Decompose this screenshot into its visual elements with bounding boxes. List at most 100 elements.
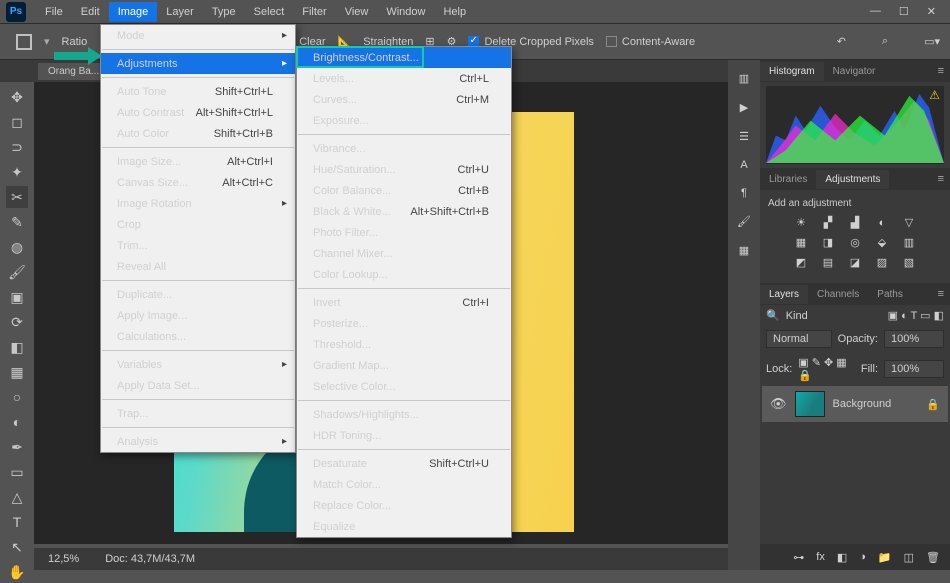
workspace-icon[interactable]: ▭▾	[924, 35, 940, 48]
menuitem-brightness-contrast[interactable]: Brightness/Contrast...	[297, 47, 511, 68]
history-brush-tool[interactable]: ⟳	[6, 311, 28, 333]
menu-layer[interactable]: Layer	[157, 2, 203, 22]
menuitem-replace-color[interactable]: Replace Color...	[297, 495, 511, 516]
menuitem-vibrance[interactable]: Vibrance...	[297, 138, 511, 159]
selective-adj-icon[interactable]: ▨	[875, 255, 890, 270]
lookup-adj-icon[interactable]: ▥	[902, 235, 917, 250]
character-panel-icon[interactable]: A	[740, 159, 747, 171]
heal-tool[interactable]: ◍	[6, 236, 28, 258]
panel-menu-icon[interactable]: ≡	[938, 288, 950, 300]
menuitem-levels[interactable]: Levels...Ctrl+L	[297, 68, 511, 89]
menuitem-apply-dataset[interactable]: Apply Data Set...	[101, 375, 295, 396]
search-icon[interactable]: ⌕	[882, 35, 888, 48]
dodge-tool[interactable]: ◐	[6, 411, 28, 433]
crop-tool-icon[interactable]	[16, 34, 32, 50]
menu-filter[interactable]: Filter	[293, 2, 335, 22]
window-minimize-icon[interactable]: —	[870, 5, 881, 18]
adjustment-layer-icon[interactable]: ◑	[859, 551, 866, 563]
menuitem-desaturate[interactable]: DesaturateShift+Ctrl+U	[297, 453, 511, 474]
layer-lock-icon[interactable]: 🔒	[926, 398, 940, 411]
new-layer-icon[interactable]: ◫	[904, 551, 914, 564]
menu-edit[interactable]: Edit	[72, 2, 109, 22]
reset-icon[interactable]: ↶	[837, 35, 846, 48]
lasso-tool[interactable]: ⊃	[6, 136, 28, 158]
menuitem-channel-mixer[interactable]: Channel Mixer...	[297, 243, 511, 264]
wand-tool[interactable]: ✦	[6, 161, 28, 183]
properties-panel-icon[interactable]: ☰	[739, 130, 749, 143]
menuitem-mode[interactable]: Mode	[101, 25, 295, 46]
menu-view[interactable]: View	[336, 2, 378, 22]
history-panel-icon[interactable]: ▥	[739, 72, 749, 85]
adjustments-tab[interactable]: Adjustments	[816, 170, 889, 189]
invert-adj-icon[interactable]: ◩	[794, 255, 809, 270]
panel-menu-icon[interactable]: ≡	[938, 65, 950, 77]
menuitem-trim[interactable]: Trim...	[101, 235, 295, 256]
curves-adj-icon[interactable]: ▟	[848, 215, 863, 230]
libraries-tab[interactable]: Libraries	[760, 170, 816, 189]
triangle-tool[interactable]: △	[6, 486, 28, 508]
menuitem-color-lookup[interactable]: Color Lookup...	[297, 264, 511, 285]
photofilter-adj-icon[interactable]: ◎	[848, 235, 863, 250]
brightness-adj-icon[interactable]: ☀	[794, 215, 809, 230]
menuitem-image-size[interactable]: Image Size...Alt+Ctrl+I	[101, 151, 295, 172]
menuitem-selective-color[interactable]: Selective Color...	[297, 376, 511, 397]
menuitem-auto-contrast[interactable]: Auto ContrastAlt+Shift+Ctrl+L	[101, 102, 295, 123]
exposure-adj-icon[interactable]: ◐	[875, 215, 890, 230]
gradient-tool[interactable]: ▦	[6, 361, 28, 383]
gradient-adj-icon[interactable]: ▧	[902, 255, 917, 270]
menuitem-shadows-highlights[interactable]: Shadows/Highlights...	[297, 404, 511, 425]
fill-value[interactable]: 100%	[884, 360, 944, 378]
eyedropper-tool[interactable]: ✎	[6, 211, 28, 233]
menuitem-calculations[interactable]: Calculations...	[101, 326, 295, 347]
menuitem-analysis[interactable]: Analysis	[101, 431, 295, 452]
navigator-tab[interactable]: Navigator	[824, 62, 885, 81]
blend-mode-select[interactable]: Normal	[766, 330, 832, 348]
window-close-icon[interactable]: ✕	[927, 5, 936, 18]
stamp-tool[interactable]: ▣	[6, 286, 28, 308]
panel-menu-icon[interactable]: ≡	[938, 173, 950, 185]
vibrance-adj-icon[interactable]: ▽	[902, 215, 917, 230]
layers-tab[interactable]: Layers	[760, 285, 808, 304]
menuitem-match-color[interactable]: Match Color...	[297, 474, 511, 495]
menuitem-duplicate[interactable]: Duplicate...	[101, 284, 295, 305]
swatches-panel-icon[interactable]: ▦	[739, 244, 749, 257]
menuitem-equalize[interactable]: Equalize	[297, 516, 511, 537]
menuitem-color-balance[interactable]: Color Balance...Ctrl+B	[297, 180, 511, 201]
menu-image[interactable]: Image	[109, 2, 158, 22]
menuitem-invert[interactable]: InvertCtrl+I	[297, 292, 511, 313]
menuitem-hue-saturation[interactable]: Hue/Saturation...Ctrl+U	[297, 159, 511, 180]
paths-tab[interactable]: Paths	[868, 285, 912, 304]
brush-tool[interactable]: 🖌	[6, 261, 28, 283]
play-icon[interactable]: ▶	[740, 101, 748, 114]
content-aware-checkbox[interactable]: Content-Aware	[606, 36, 695, 48]
blur-tool[interactable]: ○	[6, 386, 28, 408]
brush-panel-icon[interactable]: 🖌	[737, 215, 751, 228]
menuitem-trap[interactable]: Trap...	[101, 403, 295, 424]
document-tab[interactable]: Orang Ba...	[38, 63, 109, 80]
menuitem-adjustments[interactable]: Adjustments	[101, 53, 295, 74]
menuitem-auto-color[interactable]: Auto ColorShift+Ctrl+B	[101, 123, 295, 144]
window-maximize-icon[interactable]: ☐	[899, 5, 909, 18]
marquee-tool[interactable]: ◻	[6, 111, 28, 133]
crop-tool[interactable]: ✂	[6, 186, 28, 208]
menuitem-gradient-map[interactable]: Gradient Map...	[297, 355, 511, 376]
layer-filter-kind[interactable]: Kind	[786, 310, 808, 322]
menuitem-reveal-all[interactable]: Reveal All	[101, 256, 295, 277]
menuitem-apply-image[interactable]: Apply Image...	[101, 305, 295, 326]
eraser-tool[interactable]: ◧	[6, 336, 28, 358]
hue-adj-icon[interactable]: ▦	[794, 235, 809, 250]
menuitem-image-rotation[interactable]: Image Rotation	[101, 193, 295, 214]
menu-file[interactable]: File	[36, 2, 72, 22]
link-layers-icon[interactable]: ⊶	[793, 551, 804, 564]
ratio-label[interactable]: Ratio	[62, 36, 88, 48]
layer-mask-icon[interactable]: ◧	[837, 551, 847, 564]
threshold-adj-icon[interactable]: ◪	[848, 255, 863, 270]
channels-tab[interactable]: Channels	[808, 285, 868, 304]
menu-type[interactable]: Type	[203, 2, 245, 22]
zoom-value[interactable]: 12,5%	[48, 553, 79, 565]
pen-tool[interactable]: ✒	[6, 436, 28, 458]
new-group-icon[interactable]: 📁	[878, 551, 892, 564]
opacity-value[interactable]: 100%	[884, 330, 944, 348]
move-tool[interactable]: ✥	[6, 86, 28, 108]
menu-help[interactable]: Help	[434, 2, 475, 22]
